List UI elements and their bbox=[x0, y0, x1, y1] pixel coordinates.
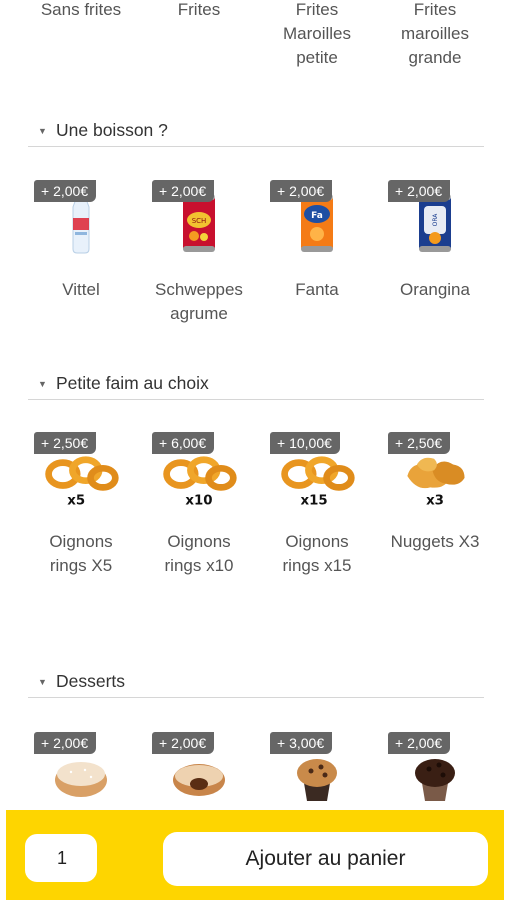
count-label: x15 bbox=[301, 494, 328, 508]
section-header-snacks[interactable]: ▼ Petite faim au choix bbox=[28, 368, 484, 400]
price-badge: + 2,00€ bbox=[270, 180, 333, 202]
section-header-drinks[interactable]: ▼ Une boisson ? bbox=[28, 115, 484, 147]
price-badge: + 2,00€ bbox=[34, 180, 97, 202]
side-option-frites-maroilles-grande[interactable]: Frites maroilles grande bbox=[376, 0, 494, 70]
product-name: Oignons rings x15 bbox=[282, 532, 352, 575]
price-badge: + 2,50€ bbox=[34, 432, 97, 454]
add-to-cart-bar: Ajouter au panier bbox=[6, 810, 504, 900]
side-option-frites[interactable]: Frites bbox=[140, 0, 258, 70]
side-option-label: Frites Maroilles petite bbox=[282, 0, 352, 67]
price-badge: + 2,50€ bbox=[388, 432, 451, 454]
svg-text:ORA: ORA bbox=[432, 213, 439, 227]
svg-text:SCH: SCH bbox=[192, 217, 207, 225]
price-badge: + 2,00€ bbox=[388, 180, 451, 202]
price-badge: + 2,00€ bbox=[34, 732, 97, 754]
section-title: Petite faim au choix bbox=[56, 373, 209, 393]
product-name: Nuggets X3 bbox=[390, 532, 480, 551]
product-onion-rings-x5[interactable]: + 2,50€ x5 Oignons rings X5 bbox=[22, 432, 140, 582]
price-badge: + 3,00€ bbox=[270, 732, 333, 754]
caret-down-icon: ▼ bbox=[38, 378, 47, 389]
product-name: Fanta bbox=[295, 280, 339, 299]
product-orangina[interactable]: + 2,00€ ORA Orangina bbox=[376, 180, 494, 330]
product-nuggets-x3[interactable]: + 2,50€ x3 Nuggets X3 bbox=[376, 432, 494, 582]
section-header-desserts[interactable]: ▼ Desserts bbox=[28, 666, 484, 698]
svg-text:Fa: Fa bbox=[311, 211, 323, 221]
quantity-input[interactable] bbox=[25, 834, 97, 882]
add-to-cart-button[interactable]: Ajouter au panier bbox=[163, 832, 488, 886]
product-onion-rings-x10[interactable]: + 6,00€ x10 Oignons rings x10 bbox=[140, 432, 258, 582]
caret-down-icon: ▼ bbox=[38, 125, 47, 136]
section-title: Une boisson ? bbox=[56, 120, 168, 140]
product-schweppes-agrume[interactable]: + 2,00€ SCH Schweppes agrume bbox=[140, 180, 258, 330]
price-badge: + 2,00€ bbox=[152, 180, 215, 202]
count-label: x5 bbox=[67, 494, 85, 508]
count-label: x3 bbox=[426, 494, 444, 508]
side-option-label: Sans frites bbox=[40, 0, 122, 19]
product-name: Schweppes agrume bbox=[155, 280, 243, 323]
side-option-label: Frites maroilles grande bbox=[400, 0, 470, 67]
product-name: Vittel bbox=[62, 280, 100, 299]
price-badge: + 6,00€ bbox=[152, 432, 215, 454]
side-option-frites-maroilles-petite[interactable]: Frites Maroilles petite bbox=[258, 0, 376, 70]
price-badge: + 2,00€ bbox=[152, 732, 215, 754]
section-title: Desserts bbox=[56, 671, 126, 691]
snacks-list: + 2,50€ x5 Oignons rings X5 + 6,00€ x10 … bbox=[22, 432, 494, 582]
caret-down-icon: ▼ bbox=[38, 676, 47, 687]
product-onion-rings-x15[interactable]: + 10,00€ x15 Oignons rings x15 bbox=[258, 432, 376, 582]
count-label: x10 bbox=[185, 494, 212, 508]
product-name: Oignons rings X5 bbox=[49, 532, 113, 575]
drinks-list: + 2,00€ Vittel + 2,00€ SCH Schweppes agr… bbox=[22, 180, 494, 330]
side-option-sans-frites[interactable]: Sans frites bbox=[22, 0, 140, 70]
price-badge: + 10,00€ bbox=[270, 432, 340, 454]
side-option-label: Frites bbox=[177, 0, 221, 19]
sides-options: Sans frites Frites Frites Maroilles peti… bbox=[22, 0, 494, 70]
price-badge: + 2,00€ bbox=[388, 732, 451, 754]
product-fanta[interactable]: + 2,00€ Fa Fanta bbox=[258, 180, 376, 330]
product-name: Orangina bbox=[400, 280, 470, 299]
product-vittel[interactable]: + 2,00€ Vittel bbox=[22, 180, 140, 330]
product-name: Oignons rings x10 bbox=[164, 532, 234, 575]
